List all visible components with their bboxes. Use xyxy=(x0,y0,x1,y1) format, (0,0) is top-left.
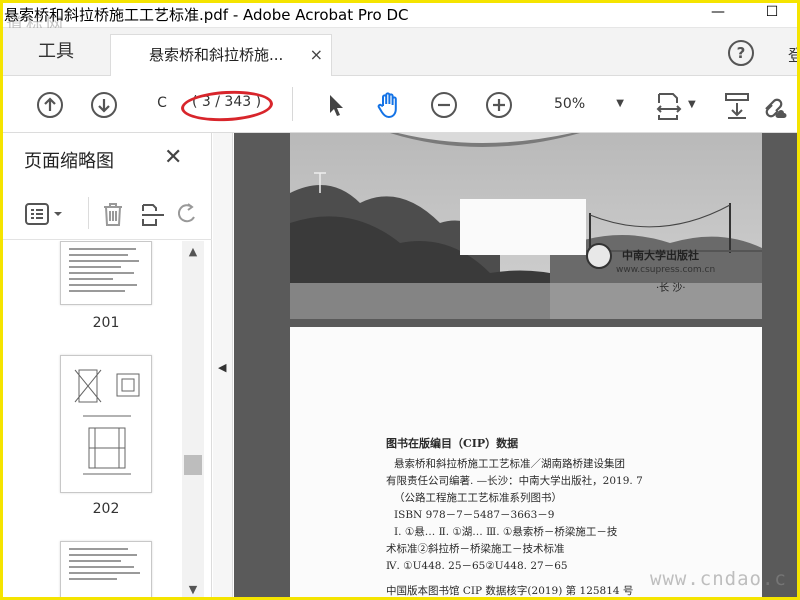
scrollbar-thumb[interactable] xyxy=(184,455,202,475)
thumbnail-list: 201 202 xyxy=(0,241,182,600)
cip-line: Ⅰ. ①悬… Ⅱ. ①湖… Ⅲ. ①悬索桥－桥梁施工－技 xyxy=(394,526,618,538)
cover-redaction-box xyxy=(460,199,586,255)
cip-block: 图书在版编目（CIP）数据 悬索桥和斜拉桥施工工艺标准／湖南路桥建设集团 有限责… xyxy=(386,435,643,600)
cip-heading: 图书在版编目（CIP）数据 xyxy=(386,437,519,450)
publisher-url: www.csupress.com.cn xyxy=(616,265,716,275)
cip-line: 有限责任公司编著. —长沙：中南大学出版社，2019. 7 xyxy=(386,475,643,487)
cip-line: 悬索桥和斜拉桥施工工艺标准／湖南路桥建设集团 xyxy=(394,458,625,470)
document-view[interactable]: 中南大学出版社 www.csupress.com.cn ·长 沙· 图书在版编目… xyxy=(234,133,800,600)
thumbnail-text-lines xyxy=(69,248,143,296)
cip-line: 中国版本图书馆 CIP 数据核字(2019) 第 125814 号 xyxy=(386,585,634,597)
toolbar-divider xyxy=(292,87,293,121)
cip-line: （公路工程施工工艺标准系列图书） xyxy=(394,492,562,504)
delete-icon[interactable] xyxy=(100,201,126,227)
thumbnail-page[interactable] xyxy=(60,541,152,600)
tab-document-label: 悬索桥和斜拉桥施... xyxy=(149,46,284,64)
thumbnail-label: 202 xyxy=(92,501,120,517)
page-fit-icon[interactable] xyxy=(655,91,683,120)
hand-tool-icon[interactable] xyxy=(374,91,402,119)
scrollbar[interactable] xyxy=(182,241,204,600)
rotate-icon[interactable] xyxy=(177,201,204,227)
next-page-icon[interactable] xyxy=(90,91,118,119)
thumbnail-options-icon[interactable] xyxy=(24,201,62,227)
cip-line: 术标准②斜拉桥－桥梁施工－技术标准 xyxy=(386,543,565,555)
chevron-down-icon: ▼ xyxy=(616,98,624,109)
thumbnail-page[interactable] xyxy=(60,241,152,305)
cover-page: 中南大学出版社 www.csupress.com.cn ·长 沙· xyxy=(290,133,762,319)
panel-splitter[interactable]: ◀ xyxy=(213,133,233,600)
sign-in-link[interactable]: 登 xyxy=(788,42,800,66)
select-cursor-icon[interactable] xyxy=(322,91,350,119)
help-button[interactable]: ? xyxy=(728,40,754,66)
drawing-preview xyxy=(74,369,140,475)
close-icon[interactable]: ✕ xyxy=(164,145,182,170)
thumbnail-page[interactable] xyxy=(60,355,152,493)
panel-title: 页面缩略图 xyxy=(24,151,114,172)
collapse-panel-icon[interactable]: ◀ xyxy=(218,361,226,374)
tab-close-button[interactable]: × xyxy=(310,35,323,75)
minimize-button[interactable]: — xyxy=(708,4,728,22)
zoom-in-icon[interactable] xyxy=(485,91,513,119)
maximize-button[interactable]: ☐ xyxy=(762,4,782,22)
main-toolbar: C ( 3 / 343 ) 50% ▼ ▼ xyxy=(0,77,800,133)
tab-tools-label: 工具 xyxy=(38,41,74,62)
publisher-city: ·长 沙· xyxy=(656,283,686,294)
tab-document[interactable]: 悬索桥和斜拉桥施... × xyxy=(110,34,332,76)
cip-line: Ⅳ. ①U448. 25－65②U448. 27－65 xyxy=(386,560,568,572)
zoom-out-icon[interactable] xyxy=(430,91,458,119)
thumbnail-text-lines xyxy=(69,548,143,584)
title-bar: 悬索桥和斜拉桥施工工艺标准.pdf - Adobe Acrobat Pro DC… xyxy=(0,0,800,35)
cip-line: ISBN 978－7－5487－3663－9 xyxy=(394,509,555,521)
zoom-select[interactable]: 50% ▼ xyxy=(540,91,630,117)
scroll-mode-icon[interactable] xyxy=(724,91,752,119)
thumbnail-toolbar xyxy=(0,189,212,239)
publisher-logo-icon xyxy=(586,243,612,269)
prev-page-icon[interactable] xyxy=(36,91,64,119)
link-tool-icon[interactable] xyxy=(760,91,788,119)
tab-tools[interactable]: 工具 xyxy=(6,28,110,76)
scroll-down-icon[interactable]: ▼ xyxy=(184,583,202,599)
zoom-value: 50% xyxy=(554,96,586,112)
thumbnail-label: 201 xyxy=(92,315,120,331)
extract-icon[interactable] xyxy=(140,201,166,227)
tab-bar: 工具 悬索桥和斜拉桥施... × ? 登 xyxy=(0,28,800,76)
page-number-input[interactable]: C xyxy=(150,95,174,117)
site-watermark-bottom: www.cndao.c xyxy=(650,568,787,590)
cip-page: 图书在版编目（CIP）数据 悬索桥和斜拉桥施工工艺标准／湖南路桥建设集团 有限责… xyxy=(290,327,762,600)
page-fit-caret-icon[interactable]: ▼ xyxy=(688,99,696,110)
toolbar-divider xyxy=(88,197,89,229)
publisher-name: 中南大学出版社 xyxy=(622,249,699,262)
panel-separator xyxy=(0,239,212,240)
scroll-up-icon[interactable]: ▲ xyxy=(184,245,202,261)
thumbnail-panel: 页面缩略图 ✕ 201 202 ▲ ▼ xyxy=(0,133,212,600)
publisher-block: 中南大学出版社 www.csupress.com.cn ·长 沙· xyxy=(586,237,758,297)
